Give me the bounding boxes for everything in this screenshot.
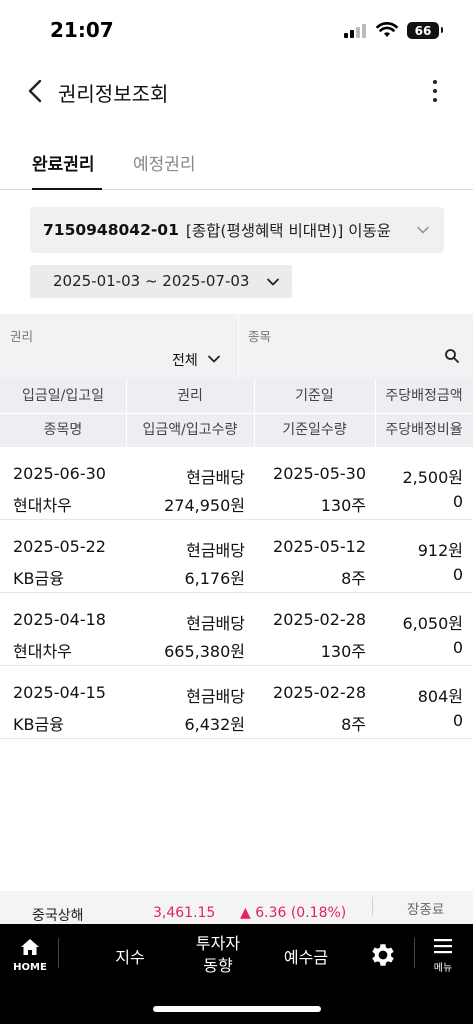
date-range-selector[interactable]: 2025-01-03 ~ 2025-07-03 xyxy=(30,265,292,298)
back-arrow-icon[interactable] xyxy=(22,76,50,106)
stock-name: 현대차우 xyxy=(13,496,72,515)
deposit-amount: 274,950원 xyxy=(164,496,245,515)
header: 권리정보조회 xyxy=(0,64,473,118)
nav-menu-label: 메뉴 xyxy=(433,963,453,974)
nav-deposit-label: 예수금 xyxy=(283,948,329,967)
rights-type: 현금배당 xyxy=(186,541,245,560)
rights-type: 현금배당 xyxy=(186,614,245,633)
chevron-down-icon xyxy=(417,226,429,234)
ticker-price: 3,461.15 xyxy=(153,905,216,921)
dividend-per-share: 912원 xyxy=(417,541,463,560)
column-header-allocation-ratio: 주당배정비율 xyxy=(385,422,463,438)
deposit-date: 2025-04-15 xyxy=(13,683,106,702)
base-quantity: 8주 xyxy=(341,715,366,734)
tab-scheduled-rights[interactable]: 예정권리 xyxy=(133,150,196,190)
table-row[interactable]: 2025-04-18 현대차우 현금배당 665,380원 2025-02-28… xyxy=(0,593,473,666)
table-row[interactable]: 2025-04-15 KB금융 현금배당 6,432원 2025-02-28 8… xyxy=(0,666,473,739)
nav-investor-trend[interactable]: 투자자 동향 xyxy=(188,933,248,977)
tab-completed-rights[interactable]: 완료권리 xyxy=(32,150,102,190)
status-bar: 21:07 66 xyxy=(0,0,473,60)
column-header-amount: 입금액/입고수량 xyxy=(142,422,238,438)
rights-type: 현금배당 xyxy=(186,468,245,487)
cellular-signal-icon xyxy=(344,24,370,38)
bottom-nav: HOME 지수 투자자 동향 예수금 메뉴 xyxy=(0,924,473,1024)
more-options-icon[interactable] xyxy=(420,76,450,106)
page-title: 권리정보조회 xyxy=(58,82,169,106)
chevron-down-icon[interactable] xyxy=(207,352,221,366)
nav-investor-label-line2: 동향 xyxy=(203,956,233,975)
base-quantity: 130주 xyxy=(320,642,366,661)
deposit-amount: 6,176원 xyxy=(184,569,245,588)
deposit-date: 2025-04-18 xyxy=(13,610,106,629)
stock-search-field[interactable] xyxy=(238,314,473,379)
home-indicator xyxy=(153,1006,321,1012)
nav-index[interactable]: 지수 xyxy=(110,944,150,968)
market-status: 장종료 xyxy=(407,902,445,918)
market-ticker[interactable]: 중국상해 3,461.15 ▲ 6.36 (0.18%) 장종료 xyxy=(0,891,473,924)
account-selector[interactable]: 7150948042-01 [종합(평생혜택 비대면)] 이동윤 xyxy=(30,207,444,253)
home-icon xyxy=(21,939,39,955)
dividend-per-share: 804원 xyxy=(417,687,463,706)
rights-filter-dropdown[interactable]: 전체 xyxy=(172,350,198,370)
column-header-base-quantity: 기준일수량 xyxy=(282,422,347,438)
stock-name: KB금융 xyxy=(13,715,64,734)
column-header-dividend-per-share: 주당배정금액 xyxy=(385,388,463,404)
column-header-deposit-date: 입금일/입고일 xyxy=(22,388,104,404)
dividend-per-share: 6,050원 xyxy=(402,614,463,633)
status-time: 21:07 xyxy=(50,18,114,42)
allocation-ratio: 0 xyxy=(452,638,463,657)
filter-area: 권리 종목 전체 xyxy=(0,314,473,379)
stock-name: 현대차우 xyxy=(13,642,72,661)
stock-name: KB금융 xyxy=(13,569,64,588)
table-row[interactable]: 2025-05-22 KB금융 현금배당 6,176원 2025-05-12 8… xyxy=(0,520,473,593)
nav-index-label: 지수 xyxy=(115,948,145,967)
date-range-text: 2025-01-03 ~ 2025-07-03 xyxy=(53,272,250,290)
table-row[interactable]: 2025-06-30 현대차우 현금배당 274,950원 2025-05-30… xyxy=(0,447,473,520)
nav-menu[interactable]: 메뉴 xyxy=(428,938,458,974)
rights-filter-label: 권리 xyxy=(10,329,34,344)
dividend-per-share: 2,500원 xyxy=(402,468,463,487)
ticker-index-name: 중국상해 xyxy=(32,908,84,924)
deposit-amount: 6,432원 xyxy=(184,715,245,734)
nav-investor-label-line1: 투자자 xyxy=(195,934,241,953)
stock-filter-label: 종목 xyxy=(248,329,272,344)
hamburger-menu-icon xyxy=(434,939,452,954)
search-icon[interactable] xyxy=(444,348,460,364)
ticker-change: ▲ 6.36 (0.18%) xyxy=(240,905,347,921)
wifi-icon xyxy=(376,22,398,37)
gear-icon[interactable] xyxy=(368,940,398,970)
account-number: 7150948042-01 xyxy=(43,221,179,239)
nav-home-label: HOME xyxy=(13,962,47,973)
allocation-ratio: 0 xyxy=(452,565,463,584)
app-screen: 21:07 66 권리정보조회 완료권리 예정권리 7150948042-01 … xyxy=(0,0,473,1024)
base-quantity: 130주 xyxy=(320,496,366,515)
table-header: 입금일/입고일 권리 기준일 주당배정금액 종목명 입금액/입고수량 기준일수량… xyxy=(0,379,473,447)
allocation-ratio: 0 xyxy=(452,492,463,511)
allocation-ratio: 0 xyxy=(452,711,463,730)
tab-bar: 완료권리 예정권리 xyxy=(0,140,473,190)
rights-type: 현금배당 xyxy=(186,687,245,706)
column-header-stock-name: 종목명 xyxy=(43,422,83,438)
base-date: 2025-02-28 xyxy=(273,683,366,702)
base-quantity: 8주 xyxy=(341,569,366,588)
nav-home[interactable]: HOME xyxy=(8,938,52,973)
deposit-amount: 665,380원 xyxy=(164,642,245,661)
column-header-rights: 권리 xyxy=(177,388,203,404)
deposit-date: 2025-05-22 xyxy=(13,537,106,556)
nav-deposit[interactable]: 예수금 xyxy=(276,944,336,968)
deposit-date: 2025-06-30 xyxy=(13,464,106,483)
base-date: 2025-05-12 xyxy=(273,537,366,556)
account-description: [종합(평생혜택 비대면)] 이동윤 xyxy=(185,222,392,240)
chevron-down-icon xyxy=(267,278,279,286)
base-date: 2025-02-28 xyxy=(273,610,366,629)
battery-icon: 66 xyxy=(407,22,443,39)
base-date: 2025-05-30 xyxy=(273,464,366,483)
column-header-base-date: 기준일 xyxy=(295,388,334,404)
